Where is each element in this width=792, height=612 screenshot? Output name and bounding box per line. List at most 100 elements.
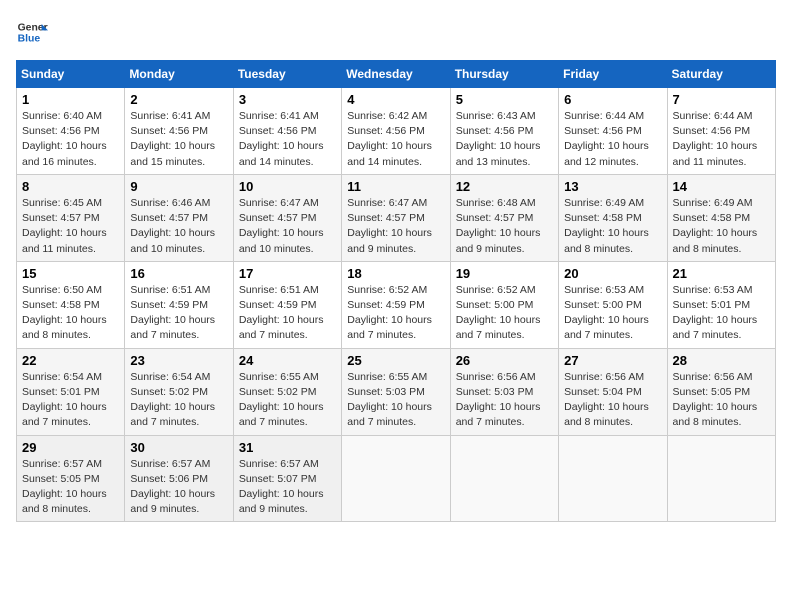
day-detail: Sunrise: 6:57 AM Sunset: 5:07 PM Dayligh… bbox=[239, 457, 336, 518]
calendar-cell: 8Sunrise: 6:45 AM Sunset: 4:57 PM Daylig… bbox=[17, 174, 125, 261]
day-number: 21 bbox=[673, 266, 770, 281]
week-row-2: 8Sunrise: 6:45 AM Sunset: 4:57 PM Daylig… bbox=[17, 174, 776, 261]
calendar-cell: 13 Sunrise: 6:49 AM Sunset: 4:58 PM Dayli… bbox=[559, 174, 667, 261]
calendar-cell bbox=[342, 435, 450, 522]
calendar-cell: 11 Sunrise: 6:47 AM Sunset: 4:57 PM Dayli… bbox=[342, 174, 450, 261]
calendar-cell: 16 Sunrise: 6:51 AM Sunset: 4:59 PM Dayli… bbox=[125, 261, 233, 348]
weekday-header-row: SundayMondayTuesdayWednesdayThursdayFrid… bbox=[17, 61, 776, 88]
day-detail: Sunrise: 6:47 AM Sunset: 4:57 PM Dayligh… bbox=[347, 196, 444, 257]
calendar-cell bbox=[450, 435, 558, 522]
day-detail: Sunrise: 6:46 AM Sunset: 4:57 PM Dayligh… bbox=[130, 196, 227, 257]
day-number: 15 bbox=[22, 266, 119, 281]
day-number: 13 bbox=[564, 179, 661, 194]
day-number: 24 bbox=[239, 353, 336, 368]
day-detail: Sunrise: 6:44 AM Sunset: 4:56 PM Dayligh… bbox=[564, 109, 661, 170]
calendar-cell: 15 Sunrise: 6:50 AM Sunset: 4:58 PM Dayli… bbox=[17, 261, 125, 348]
calendar-cell: 9 Sunrise: 6:46 AM Sunset: 4:57 PM Daylig… bbox=[125, 174, 233, 261]
calendar-cell: 3Sunrise: 6:41 AM Sunset: 4:56 PM Daylig… bbox=[233, 88, 341, 175]
day-number: 30 bbox=[130, 440, 227, 455]
day-detail: Sunrise: 6:53 AM Sunset: 5:00 PM Dayligh… bbox=[564, 283, 661, 344]
weekday-header-saturday: Saturday bbox=[667, 61, 775, 88]
day-detail: Sunrise: 6:55 AM Sunset: 5:02 PM Dayligh… bbox=[239, 370, 336, 431]
day-detail: Sunrise: 6:49 AM Sunset: 4:58 PM Dayligh… bbox=[564, 196, 661, 257]
weekday-header-tuesday: Tuesday bbox=[233, 61, 341, 88]
day-number: 29 bbox=[22, 440, 119, 455]
day-number: 23 bbox=[130, 353, 227, 368]
calendar-cell: 31 Sunrise: 6:57 AM Sunset: 5:07 PM Dayli… bbox=[233, 435, 341, 522]
week-row-3: 15 Sunrise: 6:50 AM Sunset: 4:58 PM Dayli… bbox=[17, 261, 776, 348]
calendar-cell: 21 Sunrise: 6:53 AM Sunset: 5:01 PM Dayli… bbox=[667, 261, 775, 348]
day-number: 31 bbox=[239, 440, 336, 455]
logo: General Blue bbox=[16, 16, 52, 48]
calendar-cell: 1 Sunrise: 6:40 AM Sunset: 4:56 PM Daylig… bbox=[17, 88, 125, 175]
day-detail: Sunrise: 6:56 AM Sunset: 5:05 PM Dayligh… bbox=[673, 370, 770, 431]
day-number: 12 bbox=[456, 179, 553, 194]
calendar-cell: 7Sunrise: 6:44 AM Sunset: 4:56 PM Daylig… bbox=[667, 88, 775, 175]
calendar-cell: 30 Sunrise: 6:57 AM Sunset: 5:06 PM Dayli… bbox=[125, 435, 233, 522]
calendar-cell: 2 Sunrise: 6:41 AM Sunset: 4:56 PM Daylig… bbox=[125, 88, 233, 175]
day-detail: Sunrise: 6:54 AM Sunset: 5:02 PM Dayligh… bbox=[130, 370, 227, 431]
day-detail: Sunrise: 6:57 AM Sunset: 5:06 PM Dayligh… bbox=[130, 457, 227, 518]
day-detail: Sunrise: 6:52 AM Sunset: 5:00 PM Dayligh… bbox=[456, 283, 553, 344]
weekday-header-monday: Monday bbox=[125, 61, 233, 88]
day-detail: Sunrise: 6:50 AM Sunset: 4:58 PM Dayligh… bbox=[22, 283, 119, 344]
day-number: 27 bbox=[564, 353, 661, 368]
weekday-header-thursday: Thursday bbox=[450, 61, 558, 88]
day-number: 5 bbox=[456, 92, 553, 107]
calendar-cell: 12 Sunrise: 6:48 AM Sunset: 4:57 PM Dayli… bbox=[450, 174, 558, 261]
calendar-cell: 19 Sunrise: 6:52 AM Sunset: 5:00 PM Dayli… bbox=[450, 261, 558, 348]
weekday-header-friday: Friday bbox=[559, 61, 667, 88]
calendar-table: SundayMondayTuesdayWednesdayThursdayFrid… bbox=[16, 60, 776, 522]
calendar-cell: 5 Sunrise: 6:43 AM Sunset: 4:56 PM Daylig… bbox=[450, 88, 558, 175]
calendar-cell: 14Sunrise: 6:49 AM Sunset: 4:58 PM Dayli… bbox=[667, 174, 775, 261]
weekday-header-sunday: Sunday bbox=[17, 61, 125, 88]
week-row-5: 29Sunrise: 6:57 AM Sunset: 5:05 PM Dayli… bbox=[17, 435, 776, 522]
weekday-header-wednesday: Wednesday bbox=[342, 61, 450, 88]
day-detail: Sunrise: 6:51 AM Sunset: 4:59 PM Dayligh… bbox=[239, 283, 336, 344]
calendar-cell: 25Sunrise: 6:55 AM Sunset: 5:03 PM Dayli… bbox=[342, 348, 450, 435]
week-row-1: 1 Sunrise: 6:40 AM Sunset: 4:56 PM Daylig… bbox=[17, 88, 776, 175]
calendar-cell: 26 Sunrise: 6:56 AM Sunset: 5:03 PM Dayli… bbox=[450, 348, 558, 435]
day-detail: Sunrise: 6:40 AM Sunset: 4:56 PM Dayligh… bbox=[22, 109, 119, 170]
calendar-cell: 6 Sunrise: 6:44 AM Sunset: 4:56 PM Daylig… bbox=[559, 88, 667, 175]
day-number: 25 bbox=[347, 353, 444, 368]
day-number: 22 bbox=[22, 353, 119, 368]
day-detail: Sunrise: 6:56 AM Sunset: 5:04 PM Dayligh… bbox=[564, 370, 661, 431]
week-row-4: 22 Sunrise: 6:54 AM Sunset: 5:01 PM Dayli… bbox=[17, 348, 776, 435]
day-detail: Sunrise: 6:41 AM Sunset: 4:56 PM Dayligh… bbox=[130, 109, 227, 170]
day-number: 14 bbox=[673, 179, 770, 194]
day-number: 11 bbox=[347, 179, 444, 194]
day-detail: Sunrise: 6:52 AM Sunset: 4:59 PM Dayligh… bbox=[347, 283, 444, 344]
day-detail: Sunrise: 6:56 AM Sunset: 5:03 PM Dayligh… bbox=[456, 370, 553, 431]
day-detail: Sunrise: 6:41 AM Sunset: 4:56 PM Dayligh… bbox=[239, 109, 336, 170]
calendar-cell: 27 Sunrise: 6:56 AM Sunset: 5:04 PM Dayli… bbox=[559, 348, 667, 435]
day-number: 1 bbox=[22, 92, 119, 107]
day-detail: Sunrise: 6:43 AM Sunset: 4:56 PM Dayligh… bbox=[456, 109, 553, 170]
day-detail: Sunrise: 6:51 AM Sunset: 4:59 PM Dayligh… bbox=[130, 283, 227, 344]
day-number: 19 bbox=[456, 266, 553, 281]
day-number: 18 bbox=[347, 266, 444, 281]
day-number: 9 bbox=[130, 179, 227, 194]
day-number: 26 bbox=[456, 353, 553, 368]
page-header: General Blue bbox=[16, 16, 776, 48]
day-detail: Sunrise: 6:45 AM Sunset: 4:57 PM Dayligh… bbox=[22, 196, 119, 257]
calendar-cell: 4 Sunrise: 6:42 AM Sunset: 4:56 PM Daylig… bbox=[342, 88, 450, 175]
calendar-cell bbox=[667, 435, 775, 522]
day-number: 16 bbox=[130, 266, 227, 281]
day-detail: Sunrise: 6:53 AM Sunset: 5:01 PM Dayligh… bbox=[673, 283, 770, 344]
svg-text:Blue: Blue bbox=[18, 34, 41, 45]
day-number: 2 bbox=[130, 92, 227, 107]
day-number: 28 bbox=[673, 353, 770, 368]
calendar-cell: 22 Sunrise: 6:54 AM Sunset: 5:01 PM Dayli… bbox=[17, 348, 125, 435]
calendar-cell bbox=[559, 435, 667, 522]
day-detail: Sunrise: 6:42 AM Sunset: 4:56 PM Dayligh… bbox=[347, 109, 444, 170]
day-number: 6 bbox=[564, 92, 661, 107]
calendar-cell: 17Sunrise: 6:51 AM Sunset: 4:59 PM Dayli… bbox=[233, 261, 341, 348]
day-number: 4 bbox=[347, 92, 444, 107]
day-detail: Sunrise: 6:48 AM Sunset: 4:57 PM Dayligh… bbox=[456, 196, 553, 257]
calendar-cell: 24 Sunrise: 6:55 AM Sunset: 5:02 PM Dayli… bbox=[233, 348, 341, 435]
calendar-cell: 29Sunrise: 6:57 AM Sunset: 5:05 PM Dayli… bbox=[17, 435, 125, 522]
day-detail: Sunrise: 6:54 AM Sunset: 5:01 PM Dayligh… bbox=[22, 370, 119, 431]
day-number: 10 bbox=[239, 179, 336, 194]
calendar-cell: 10Sunrise: 6:47 AM Sunset: 4:57 PM Dayli… bbox=[233, 174, 341, 261]
